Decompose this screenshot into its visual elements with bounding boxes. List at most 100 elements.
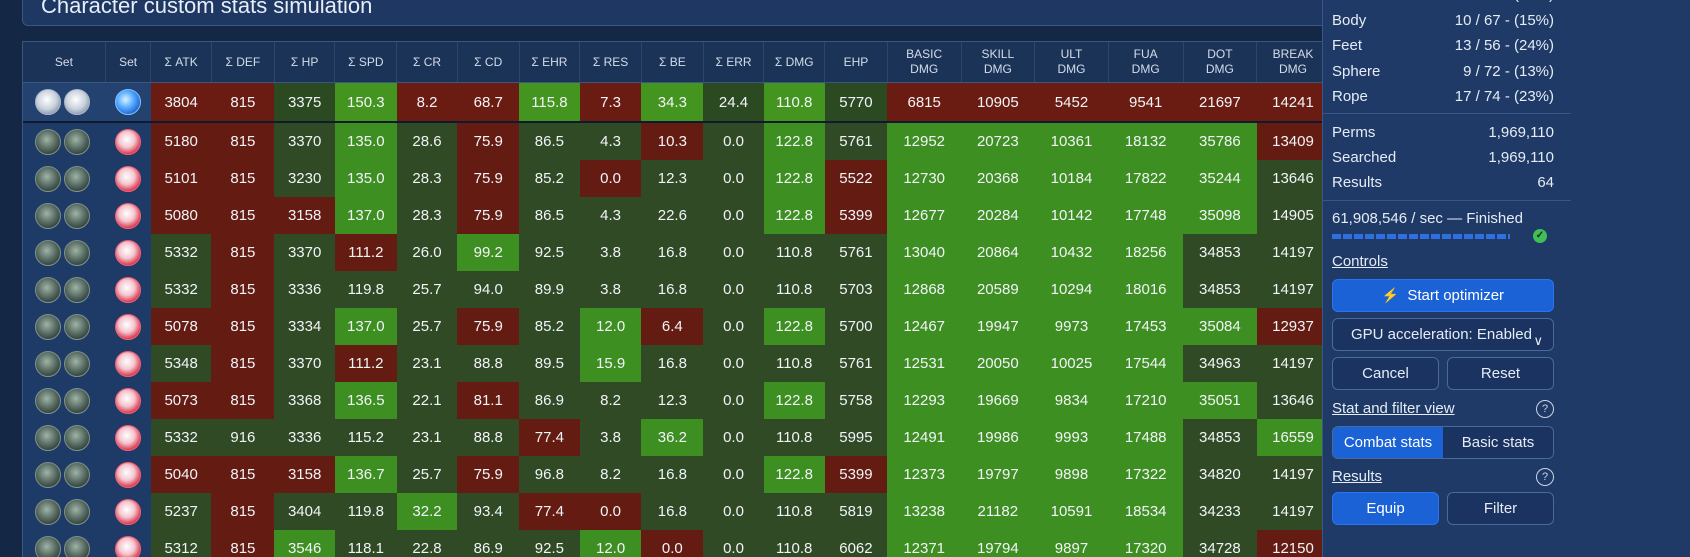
table-row[interactable]: 5348 815 3370 111.2 23.1 88.8 89.5 15.9 16.8 0.0 1… xyxy=(23,345,1409,382)
table-row[interactable]: 5073 815 3368 136.5 22.1 81.1 86.9 8.2 12.3 0.0 12… xyxy=(23,382,1409,419)
controls-title[interactable]: Controls xyxy=(1332,253,1388,270)
stat-cell: 17322 xyxy=(1108,456,1184,493)
stat-cell: 34820 xyxy=(1183,456,1257,493)
stat-cell: 0.0 xyxy=(703,234,764,271)
stat-cell: 0.0 xyxy=(703,308,764,345)
stat-cell: 20368 xyxy=(961,160,1035,197)
stat-cell: 26.0 xyxy=(396,234,458,271)
stat-cell: 5819 xyxy=(824,493,888,530)
stat-cell: 5078 xyxy=(150,308,212,345)
help-icon[interactable]: ? xyxy=(1536,468,1554,486)
equip-button[interactable]: Equip xyxy=(1332,492,1439,525)
pinned-row[interactable]: 3804 815 3375 150.3 8.2 68.7 115.8 7.3 34.3 24.4 1… xyxy=(23,82,1409,122)
column-header[interactable]: Σ DEF xyxy=(211,42,275,83)
table-row[interactable]: 5332 815 3336 119.8 25.7 94.0 89.9 3.8 16.8 0.0 11… xyxy=(23,271,1409,308)
stat-cell: 3375 xyxy=(274,82,335,122)
gpu-acceleration-select[interactable]: GPU acceleration: Enabled ∨ xyxy=(1332,318,1554,351)
stat-view-title[interactable]: Stat and filter view xyxy=(1332,400,1455,417)
stat-cell: 119.8 xyxy=(334,271,397,308)
column-header[interactable]: Set xyxy=(105,42,152,83)
column-header[interactable]: Σ DMG xyxy=(763,42,826,83)
column-header[interactable]: Σ RES xyxy=(579,42,642,83)
stat-cell: 12.0 xyxy=(579,308,642,345)
stat-cell: 17822 xyxy=(1108,160,1184,197)
stat-cell: 25.7 xyxy=(396,271,458,308)
results-title[interactable]: Results xyxy=(1332,468,1382,485)
wolf-set-icon xyxy=(64,461,91,488)
column-header[interactable]: Σ SPD xyxy=(334,42,398,83)
table-row[interactable]: 5312 815 3546 118.1 22.8 86.9 92.5 12.0 0.0 0.0 11… xyxy=(23,530,1409,557)
ornament-set-cell xyxy=(105,382,151,419)
table-row[interactable]: 5332 815 3370 111.2 26.0 99.2 92.5 3.8 16.8 0.0 11… xyxy=(23,234,1409,271)
stat-cell: 13409 xyxy=(1256,122,1330,160)
combat-stats-button[interactable]: Combat stats xyxy=(1333,427,1443,458)
stat-cell: 815 xyxy=(211,271,275,308)
column-header[interactable]: SKILL DMG xyxy=(961,42,1036,83)
column-header[interactable]: DOT DMG xyxy=(1183,42,1258,83)
stat-cell: 111.2 xyxy=(334,345,397,382)
relic-set-cell xyxy=(23,122,106,160)
stat-cell: 0.0 xyxy=(703,271,764,308)
stat-cell: 81.1 xyxy=(457,382,520,419)
stat-cell: 3.8 xyxy=(579,234,642,271)
stat-cell: 6062 xyxy=(824,530,888,557)
stat-cell: 815 xyxy=(211,160,275,197)
table-row[interactable]: 5080 815 3158 137.0 28.3 75.9 86.5 4.3 22.6 0.0 12… xyxy=(23,197,1409,234)
feather-set-icon xyxy=(64,89,91,115)
table-row[interactable]: 5332 916 3336 115.2 23.1 88.8 77.4 3.8 36.2 0.0 11… xyxy=(23,419,1409,456)
column-header[interactable]: Σ ERR xyxy=(703,42,765,83)
stat-cell: 9834 xyxy=(1034,382,1109,419)
column-header[interactable]: BASIC DMG xyxy=(887,42,962,83)
stat-cell: 0.0 xyxy=(641,530,704,557)
optimizer-sidebar: Hands 11 / 67 - (16%) Body 10 / 67 - (15%) F… xyxy=(1322,0,1690,557)
crimson-set-icon xyxy=(115,239,142,266)
column-header[interactable]: BREAK DMG xyxy=(1256,42,1330,83)
relic-set-cell xyxy=(23,382,106,419)
column-header[interactable]: Σ EHR xyxy=(519,42,581,83)
column-header[interactable]: Σ CD xyxy=(457,42,520,83)
relic-set-cell xyxy=(23,271,106,308)
stat-cell: 110.8 xyxy=(763,271,825,308)
wolf-set-icon xyxy=(64,239,91,266)
stat-cell: 135.0 xyxy=(334,160,397,197)
wolf-set-icon xyxy=(64,313,91,340)
stat-cell: 122.8 xyxy=(763,122,825,160)
table-row[interactable]: 5180 815 3370 135.0 28.6 75.9 86.5 4.3 10.3 0.0 12… xyxy=(23,122,1409,160)
gpu-acceleration-label: GPU acceleration: Enabled xyxy=(1351,326,1532,343)
simulation-header[interactable]: Character custom stats simulation › xyxy=(22,0,1410,26)
column-header[interactable]: Set xyxy=(23,42,106,83)
reset-button[interactable]: Reset xyxy=(1447,357,1554,390)
stat-cell: 17453 xyxy=(1108,308,1184,345)
column-header[interactable]: Σ CR xyxy=(396,42,458,83)
table-row[interactable]: 5237 815 3404 119.8 32.2 93.4 77.4 0.0 16.8 0.0 11… xyxy=(23,493,1409,530)
stat-label: Results xyxy=(1332,174,1383,191)
stat-cell: 94.0 xyxy=(457,271,520,308)
column-header[interactable]: FUA DMG xyxy=(1108,42,1184,83)
column-header[interactable]: Σ HP xyxy=(274,42,336,83)
relic-set-cell xyxy=(23,308,106,345)
stat-cell: 135.0 xyxy=(334,122,397,160)
basic-stats-button[interactable]: Basic stats xyxy=(1443,427,1553,458)
stat-cell: 35786 xyxy=(1183,122,1257,160)
stat-cell: 12491 xyxy=(887,419,961,456)
column-header-label: DMG xyxy=(1057,62,1086,76)
filter-button[interactable]: Filter xyxy=(1447,492,1554,525)
cancel-button[interactable]: Cancel xyxy=(1332,357,1439,390)
column-header[interactable]: Σ BE xyxy=(641,42,704,83)
wolf-set-icon xyxy=(64,350,91,377)
table-row[interactable]: 5040 815 3158 136.7 25.7 75.9 96.8 8.2 16.8 0.0 12… xyxy=(23,456,1409,493)
column-header[interactable]: EHP xyxy=(824,42,888,83)
start-optimizer-button[interactable]: ⚡ Start optimizer xyxy=(1332,279,1554,312)
table-row[interactable]: 5101 815 3230 135.0 28.3 75.9 85.2 0.0 12.3 0.0 12… xyxy=(23,160,1409,197)
stat-cell: 21697 xyxy=(1183,82,1257,122)
stat-cell: 3336 xyxy=(274,419,335,456)
column-header[interactable]: Σ ATK xyxy=(150,42,212,83)
stat-cell: 19669 xyxy=(961,382,1035,419)
stat-cell: 14241 xyxy=(1256,82,1330,122)
column-header-label: Σ SPD xyxy=(348,54,384,69)
column-header[interactable]: ULT DMG xyxy=(1034,42,1109,83)
table-row[interactable]: 5078 815 3334 137.0 25.7 75.9 85.2 12.0 6.4 0.0 12… xyxy=(23,308,1409,345)
help-icon[interactable]: ? xyxy=(1536,400,1554,418)
stat-cell: 34728 xyxy=(1183,530,1257,557)
stat-cell: 122.8 xyxy=(763,197,825,234)
